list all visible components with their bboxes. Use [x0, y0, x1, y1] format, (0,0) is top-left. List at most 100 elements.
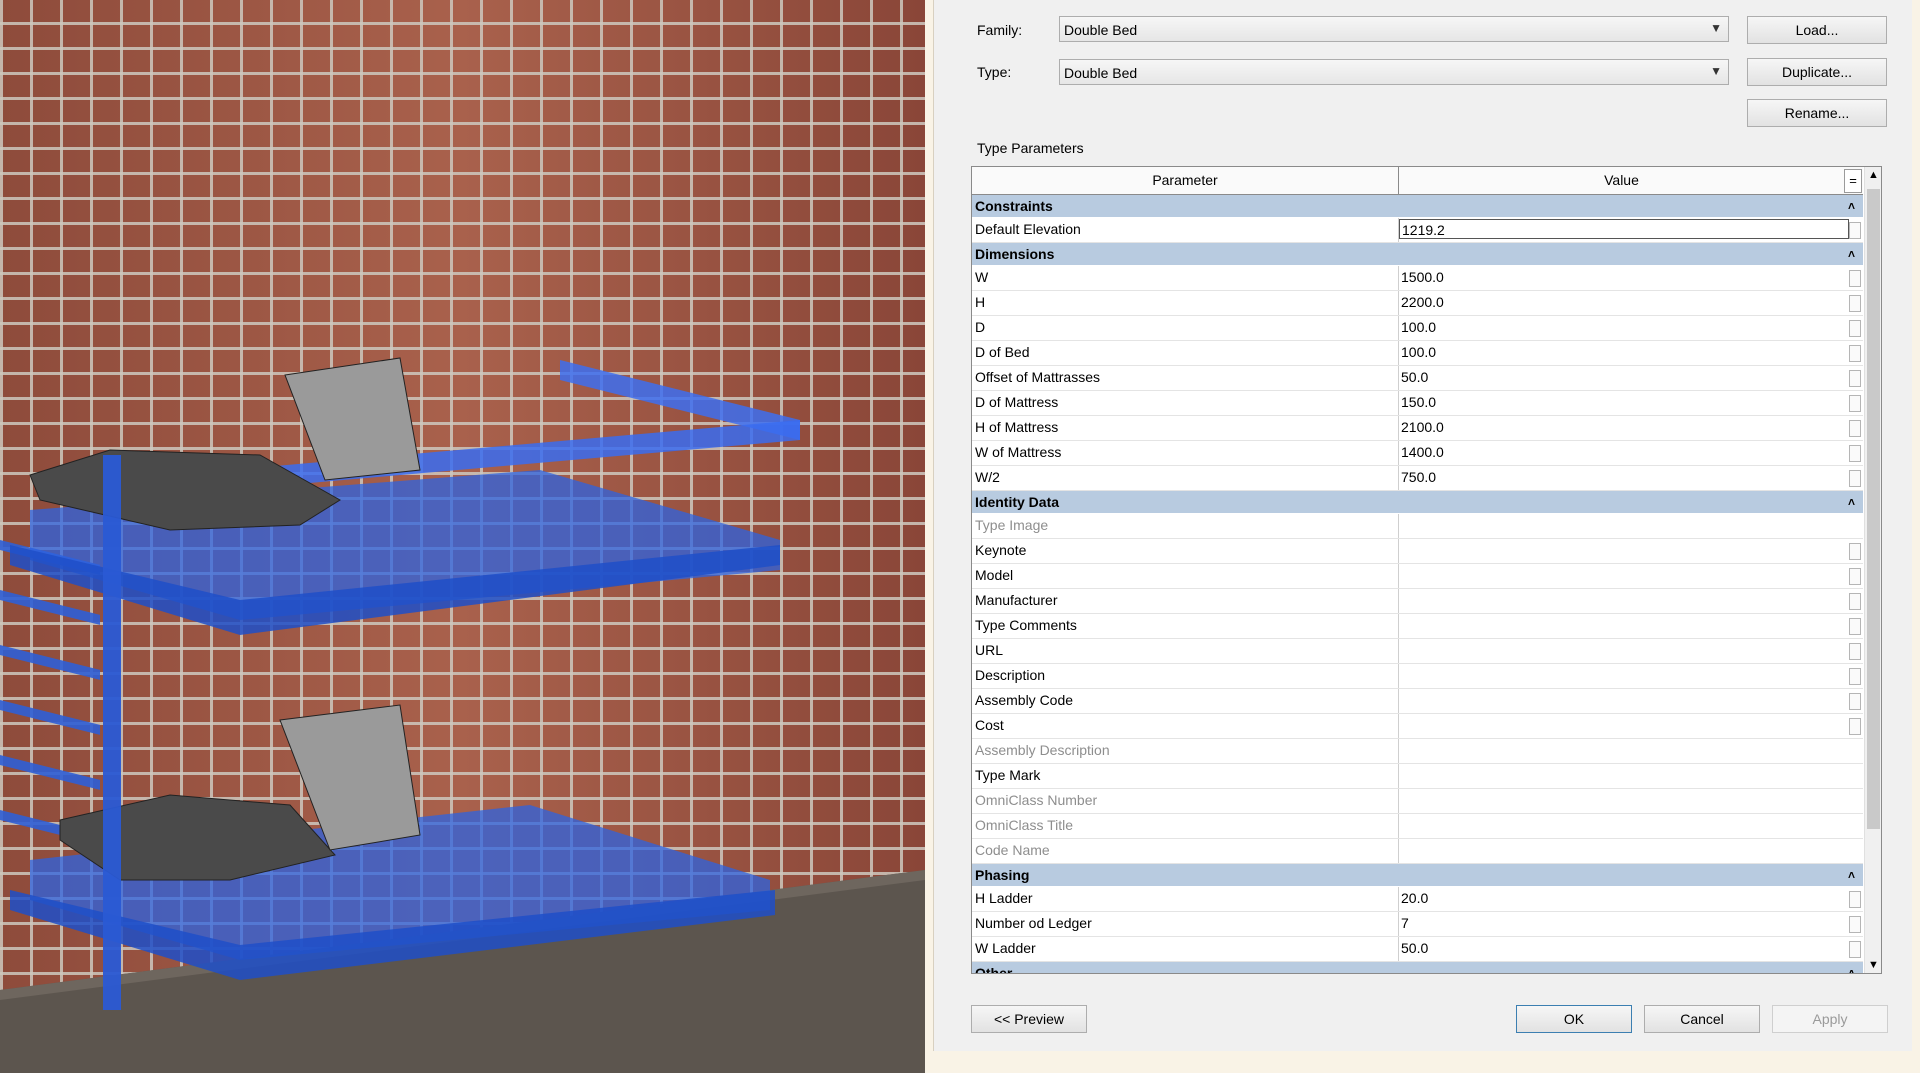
table-row[interactable]: W of Mattress 1400.0: [972, 441, 1863, 466]
collapse-chevron-icon[interactable]: ˄: [1848, 491, 1855, 514]
associate-parameter-button[interactable]: [1849, 693, 1861, 710]
table-row[interactable]: URL: [972, 639, 1863, 664]
parameter-name: OmniClass Number: [975, 792, 1098, 808]
associate-parameter-button[interactable]: [1849, 916, 1861, 933]
collapse-chevron-icon[interactable]: ˄: [1848, 962, 1855, 973]
associate-parameter-button[interactable]: [1849, 618, 1861, 635]
family-label: Family:: [977, 22, 1023, 38]
parameter-name: Model: [975, 567, 1014, 583]
table-row[interactable]: Model: [972, 564, 1863, 589]
parameter-value[interactable]: 1500.0: [1401, 266, 1849, 289]
parameter-value[interactable]: 1400.0: [1401, 441, 1849, 464]
type-dropdown[interactable]: Double Bed ▼: [1059, 59, 1729, 85]
column-header-value[interactable]: Value: [1399, 167, 1844, 194]
column-divider: [1398, 614, 1399, 638]
table-row[interactable]: Assembly Code: [972, 689, 1863, 714]
parameter-value[interactable]: 20.0: [1401, 887, 1849, 910]
parameter-value[interactable]: 100.0: [1401, 316, 1849, 339]
associate-parameter-button[interactable]: [1849, 270, 1861, 287]
ok-button[interactable]: OK: [1516, 1005, 1632, 1033]
associate-parameter-button[interactable]: [1849, 593, 1861, 610]
vertical-scrollbar[interactable]: ▲ ▼: [1864, 167, 1881, 973]
associate-parameter-button[interactable]: [1849, 668, 1861, 685]
table-row[interactable]: H Ladder 20.0: [972, 887, 1863, 912]
table-row[interactable]: D of Mattress 150.0: [972, 391, 1863, 416]
table-row[interactable]: Keynote: [972, 539, 1863, 564]
associate-parameter-button[interactable]: [1849, 891, 1861, 908]
parameter-value[interactable]: 50.0: [1401, 937, 1849, 960]
table-row[interactable]: Number od Ledger 7: [972, 912, 1863, 937]
column-divider: [1398, 739, 1399, 763]
apply-button[interactable]: Apply: [1772, 1005, 1888, 1033]
table-row[interactable]: W 1500.0: [972, 266, 1863, 291]
3d-viewport[interactable]: [0, 0, 925, 1073]
table-row[interactable]: W/2 750.0: [972, 466, 1863, 491]
preview-button[interactable]: << Preview: [971, 1005, 1087, 1033]
column-divider: [1398, 912, 1399, 936]
table-row[interactable]: Type Comments: [972, 614, 1863, 639]
parameter-value[interactable]: 50.0: [1401, 366, 1849, 389]
collapse-chevron-icon[interactable]: ˄: [1848, 243, 1855, 266]
associate-parameter-button[interactable]: [1849, 345, 1861, 362]
table-row[interactable]: Code Name: [972, 839, 1863, 864]
associate-parameter-button[interactable]: [1849, 445, 1861, 462]
column-header-parameter[interactable]: Parameter: [972, 167, 1399, 194]
parameter-value[interactable]: 2100.0: [1401, 416, 1849, 439]
table-row[interactable]: Assembly Description: [972, 739, 1863, 764]
table-row[interactable]: Default Elevation 1219.2: [972, 218, 1863, 243]
associate-parameter-button[interactable]: [1849, 222, 1861, 239]
equals-button[interactable]: =: [1844, 169, 1862, 193]
load-button[interactable]: Load...: [1747, 16, 1887, 44]
column-divider: [1398, 887, 1399, 911]
associate-parameter-button[interactable]: [1849, 643, 1861, 660]
value-input[interactable]: 1219.2: [1399, 219, 1849, 239]
group-header[interactable]: Constraints ˄: [972, 195, 1863, 218]
table-row[interactable]: Type Image: [972, 514, 1863, 539]
table-row[interactable]: W Ladder 50.0: [972, 937, 1863, 962]
cancel-button[interactable]: Cancel: [1644, 1005, 1760, 1033]
rename-button[interactable]: Rename...: [1747, 99, 1887, 127]
associate-parameter-button[interactable]: [1849, 543, 1861, 560]
table-row[interactable]: Description: [972, 664, 1863, 689]
group-header[interactable]: Dimensions ˄: [972, 243, 1863, 266]
table-row[interactable]: OmniClass Title: [972, 814, 1863, 839]
collapse-chevron-icon[interactable]: ˄: [1848, 195, 1855, 218]
associate-parameter-button[interactable]: [1849, 420, 1861, 437]
table-row[interactable]: H of Mattress 2100.0: [972, 416, 1863, 441]
column-divider: [1398, 937, 1399, 961]
table-row[interactable]: Cost: [972, 714, 1863, 739]
family-dropdown[interactable]: Double Bed ▼: [1059, 16, 1729, 42]
parameter-name: W Ladder: [975, 940, 1036, 956]
parameter-value[interactable]: 100.0: [1401, 341, 1849, 364]
associate-parameter-button[interactable]: [1849, 320, 1861, 337]
scrollbar-thumb[interactable]: [1867, 189, 1880, 829]
scroll-up-icon[interactable]: ▲: [1868, 169, 1879, 181]
column-divider: [1398, 764, 1399, 788]
associate-parameter-button[interactable]: [1849, 470, 1861, 487]
associate-parameter-button[interactable]: [1849, 568, 1861, 585]
group-header[interactable]: Other ˄: [972, 962, 1863, 973]
table-row[interactable]: D of Bed 100.0: [972, 341, 1863, 366]
parameter-value[interactable]: 2200.0: [1401, 291, 1849, 314]
table-row[interactable]: D 100.0: [972, 316, 1863, 341]
family-value: Double Bed: [1064, 22, 1138, 38]
associate-parameter-button[interactable]: [1849, 295, 1861, 312]
parameter-value[interactable]: 7: [1401, 912, 1849, 935]
column-divider: [1398, 839, 1399, 863]
associate-parameter-button[interactable]: [1849, 718, 1861, 735]
parameter-value[interactable]: 150.0: [1401, 391, 1849, 414]
table-row[interactable]: Type Mark: [972, 764, 1863, 789]
associate-parameter-button[interactable]: [1849, 395, 1861, 412]
associate-parameter-button[interactable]: [1849, 370, 1861, 387]
associate-parameter-button[interactable]: [1849, 941, 1861, 958]
group-header[interactable]: Phasing ˄: [972, 864, 1863, 887]
scroll-down-icon[interactable]: ▼: [1868, 959, 1879, 971]
table-row[interactable]: Manufacturer: [972, 589, 1863, 614]
table-row[interactable]: H 2200.0: [972, 291, 1863, 316]
table-row[interactable]: OmniClass Number: [972, 789, 1863, 814]
parameter-value[interactable]: 750.0: [1401, 466, 1849, 489]
collapse-chevron-icon[interactable]: ˄: [1848, 864, 1855, 887]
table-row[interactable]: Offset of Mattrasses 50.0: [972, 366, 1863, 391]
duplicate-button[interactable]: Duplicate...: [1747, 58, 1887, 86]
group-header[interactable]: Identity Data ˄: [972, 491, 1863, 514]
